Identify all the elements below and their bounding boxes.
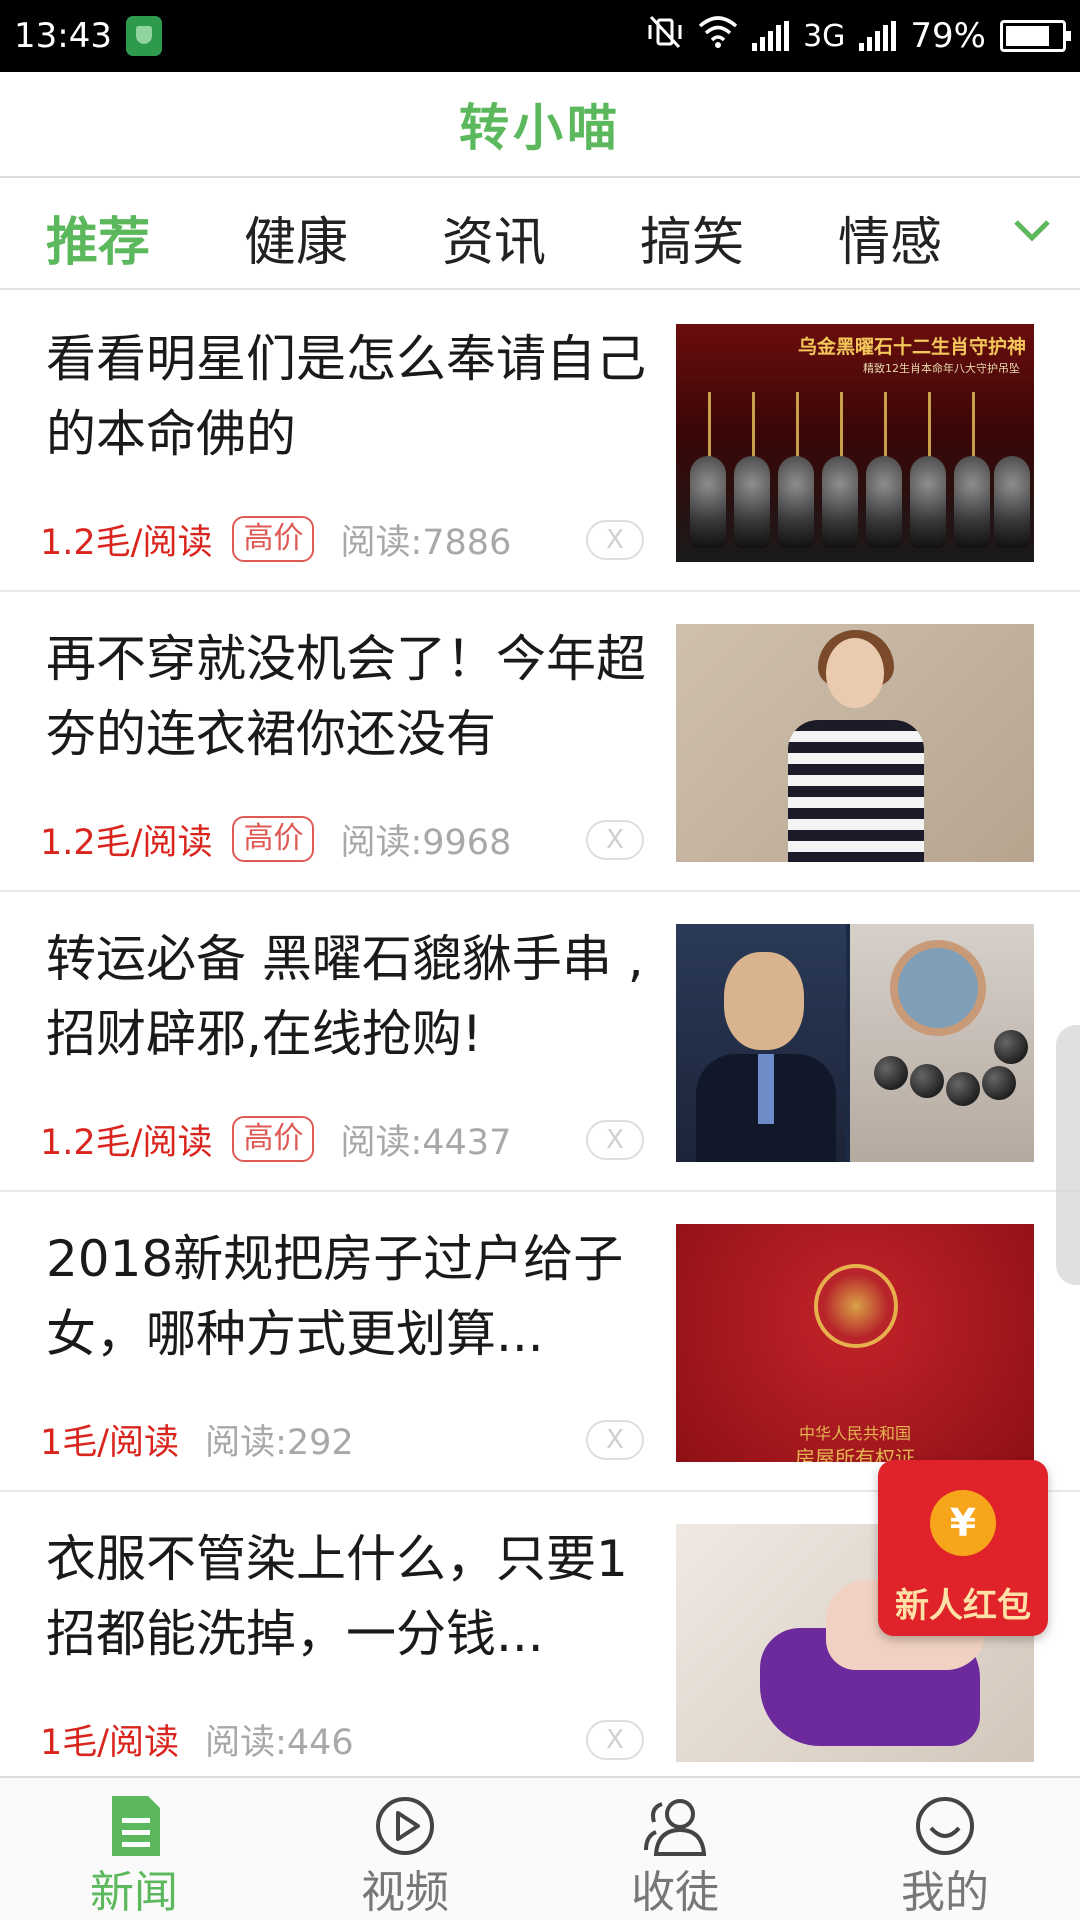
signal-strength-icon-2 [859,21,897,51]
obsidian-bead [874,1056,908,1090]
nav-label: 我的 [901,1867,989,1918]
tab-news[interactable]: 资讯 [442,200,546,275]
tab-emotion[interactable]: 情感 [838,200,942,275]
nav-news[interactable]: 新闻 [0,1778,270,1920]
article-thumbnail[interactable] [676,624,1034,862]
national-emblem [814,1264,898,1348]
nav-mine[interactable]: 我的 [810,1778,1080,1920]
obsidian-bead [982,1066,1016,1100]
battery-fill [1006,26,1049,46]
watch [890,940,986,1036]
tab-health[interactable]: 健康 [244,200,348,275]
category-tabs: 推荐 健康 资讯 搞笑 情感 [0,180,1080,290]
smile-icon [912,1794,978,1858]
buddha-pendant [910,456,946,548]
dismiss-button[interactable]: X [586,520,644,560]
article-meta: 1毛/阅读 阅读:446 [40,1714,354,1764]
battery-icon [1000,20,1071,52]
article-thumbnail[interactable] [676,924,1034,1162]
man-face [724,952,804,1050]
read-count: 阅读:9968 [340,822,512,863]
new-user-red-envelope-button[interactable]: ¥ 新人红包 [878,1460,1048,1636]
article-item[interactable]: 转运必备 黑曜石貔貅手串 ,招财辟邪,在线抢购! 1.2毛/阅读 高价 阅读:4… [0,892,1080,1192]
status-indicators: 3G 79% [646,15,1071,57]
tab-recommend[interactable]: 推荐 [46,200,150,275]
striped-dress [788,720,924,862]
article-title[interactable]: 转运必备 黑曜石貔貅手串 ,招财辟邪,在线抢购! [46,922,646,1072]
scroll-handle[interactable] [1056,1025,1080,1285]
article-title[interactable]: 再不穿就没机会了！今年超夯的连衣裙你还没有 [46,622,646,772]
high-price-badge: 高价 [232,1116,315,1162]
article-item[interactable]: 2018新规把房子过户给子女，哪种方式更划算... 1毛/阅读 阅读:292 X… [0,1192,1080,1492]
chevron-down-icon[interactable] [1012,216,1052,246]
buddha-pendant [822,456,858,548]
price-per-read: 1.2毛/阅读 [40,822,213,863]
thumbnail-subcaption: 房屋所有权证 [795,1446,915,1462]
nav-video[interactable]: 视频 [270,1778,540,1920]
price-per-read: 1毛/阅读 [40,1422,180,1463]
news-icon [102,1794,168,1858]
model-head [826,638,884,708]
article-meta: 1.2毛/阅读 高价 阅读:7886 [40,514,511,564]
article-thumbnail[interactable]: 中华人民共和国 房屋所有权证 [676,1224,1034,1462]
thumbnail-subcaption: 精致12生肖本命年八大守护吊坠 [863,362,1020,375]
article-meta: 1毛/阅读 阅读:292 [40,1414,354,1464]
obsidian-bead [946,1072,980,1106]
battery-percent: 79% [910,16,986,56]
buddha-pendant [778,456,814,548]
obsidian-bead [994,1030,1028,1064]
thumbnail-caption: 乌金黑曜石十二生肖守护神 [797,336,1026,358]
status-time: 13:43 [14,16,112,56]
network-type: 3G [803,18,846,54]
high-price-badge: 高价 [232,816,315,862]
dismiss-button[interactable]: X [586,1120,644,1160]
dismiss-button[interactable]: X [586,820,644,860]
buddha-pendant [954,456,990,548]
dismiss-button[interactable]: X [586,1420,644,1460]
status-bar: 13:43 3G 79% [0,0,1080,72]
dismiss-button[interactable]: X [586,1720,644,1760]
article-title[interactable]: 看看明星们是怎么奉请自己的本命佛的 [46,322,646,472]
tab-funny[interactable]: 搞笑 [640,200,744,275]
bottom-navigation: 新闻 视频 收徒 我的 [0,1776,1080,1920]
app-header: 转小喵 [0,72,1080,178]
buddha-pendant [994,456,1030,548]
price-per-read: 1毛/阅读 [40,1722,180,1763]
thumbnail-caption: 中华人民共和国 [798,1424,911,1443]
nav-apprentice[interactable]: 收徒 [540,1778,810,1920]
read-count: 阅读:7886 [340,522,512,563]
vibrate-mute-icon [646,15,684,57]
wifi-icon [698,16,738,56]
article-meta: 1.2毛/阅读 高价 阅读:4437 [40,1114,511,1164]
signal-strength-icon [752,21,790,51]
article-thumbnail[interactable]: 乌金黑曜石十二生肖守护神 精致12生肖本命年八大守护吊坠 [676,324,1034,562]
nav-label: 新闻 [90,1867,178,1918]
article-title[interactable]: 2018新规把房子过户给子女，哪种方式更划算... [46,1222,646,1372]
buddha-pendant [734,456,770,548]
app-root: { "status_bar": { "time": "13:43", "netw… [0,0,1080,1920]
nav-label: 收徒 [631,1867,719,1918]
read-count: 阅读:292 [205,1422,354,1463]
nav-label: 视频 [361,1867,449,1918]
people-icon [642,1794,708,1858]
obsidian-bead [910,1064,944,1098]
buddha-pendant [690,456,726,548]
article-item[interactable]: 看看明星们是怎么奉请自己的本命佛的 1.2毛/阅读 高价 阅读:7886 X 乌… [0,292,1080,592]
man-tie [758,1054,774,1124]
price-per-read: 1.2毛/阅读 [40,1122,213,1163]
security-shield-icon [125,16,162,56]
article-item[interactable]: 再不穿就没机会了！今年超夯的连衣裙你还没有 1.2毛/阅读 高价 阅读:9968… [0,592,1080,892]
high-price-badge: 高价 [232,516,315,562]
yuan-coin-icon: ¥ [930,1490,996,1556]
read-count: 阅读:446 [205,1722,354,1763]
play-icon [372,1794,438,1858]
app-title: 转小喵 [459,99,621,157]
red-envelope-label: 新人红包 [895,1586,1031,1626]
buddha-pendant [866,456,902,548]
article-meta: 1.2毛/阅读 高价 阅读:9968 [40,814,511,864]
price-per-read: 1.2毛/阅读 [40,522,213,563]
article-title[interactable]: 衣服不管染上什么，只要1招都能洗掉，一分钱... [46,1522,646,1672]
read-count: 阅读:4437 [340,1122,512,1163]
